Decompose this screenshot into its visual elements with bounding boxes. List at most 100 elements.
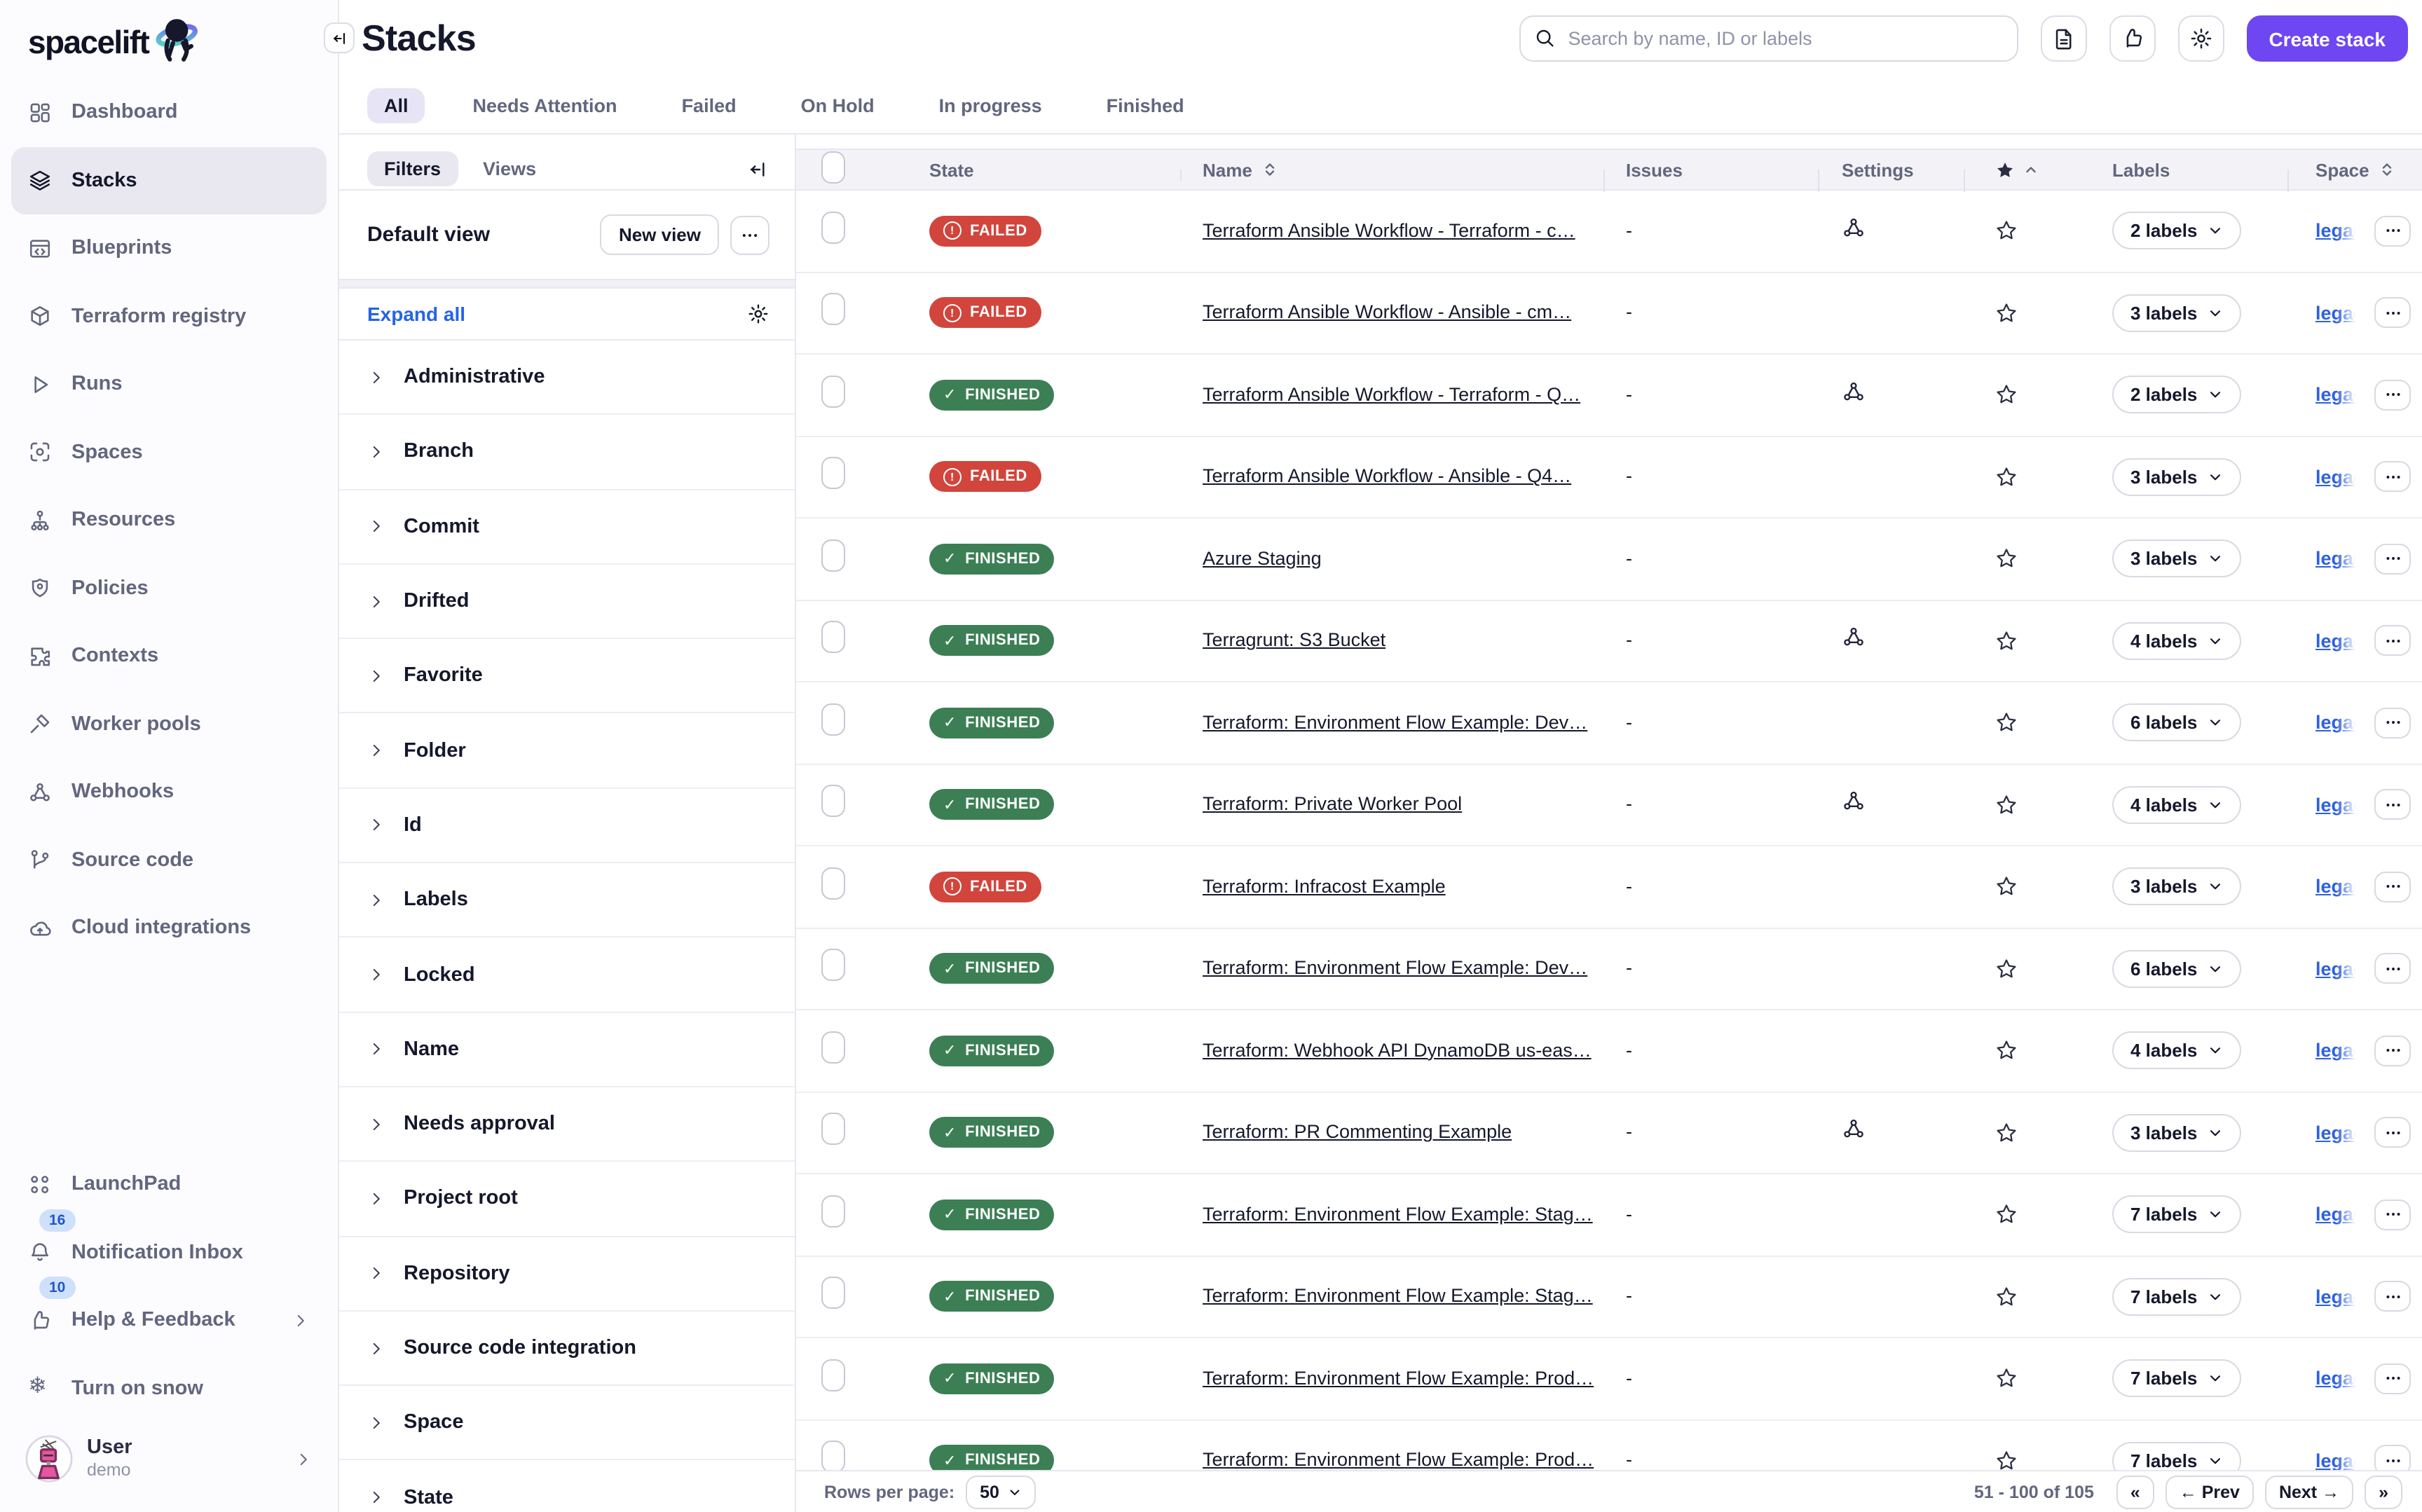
labels-dropdown[interactable]: 4 labels xyxy=(2112,1032,2240,1070)
tab-all[interactable]: All xyxy=(367,88,425,123)
sidebar-item-launchpad[interactable]: LaunchPad xyxy=(11,1150,327,1218)
favorite-star-icon[interactable] xyxy=(1995,629,2018,653)
row-checkbox[interactable] xyxy=(821,867,845,900)
row-menu-button[interactable] xyxy=(2374,298,2411,329)
sidebar-item-spaces[interactable]: Spaces xyxy=(11,418,327,486)
stack-name-link[interactable]: Terraform: Environment Flow Example: Dev… xyxy=(1203,712,1587,733)
row-menu-button[interactable] xyxy=(2374,1200,2411,1230)
sidebar-item-resources[interactable]: Resources xyxy=(11,486,327,554)
stack-name-link[interactable]: Terraform: Environment Flow Example: Sta… xyxy=(1203,1286,1593,1307)
panel-collapse-icon[interactable] xyxy=(747,158,769,180)
tab-needs-attention[interactable]: Needs Attention xyxy=(456,88,634,123)
row-checkbox[interactable] xyxy=(821,703,845,736)
column-header-state[interactable]: State xyxy=(905,159,1180,180)
stack-name-link[interactable]: Terraform Ansible Workflow - Terraform -… xyxy=(1203,384,1580,405)
row-checkbox[interactable] xyxy=(821,458,845,490)
favorite-star-icon[interactable] xyxy=(1995,465,2018,489)
row-menu-button[interactable] xyxy=(2374,708,2411,738)
row-menu-button[interactable] xyxy=(2374,1363,2411,1394)
filter-gear-icon[interactable] xyxy=(747,303,769,325)
space-link[interactable]: legacy xyxy=(2315,1286,2358,1307)
filter-category-labels[interactable]: Labels xyxy=(339,863,795,938)
filter-category-project-root[interactable]: Project root xyxy=(339,1162,795,1237)
labels-dropdown[interactable]: 3 labels xyxy=(2112,868,2240,906)
favorite-star-icon[interactable] xyxy=(1995,1203,2018,1227)
filter-category-administrative[interactable]: Administrative xyxy=(339,341,795,415)
stack-name-link[interactable]: Terraform Ansible Workflow - Ansible - Q… xyxy=(1203,466,1571,487)
space-link[interactable]: legacy xyxy=(2315,795,2358,816)
create-stack-button[interactable]: Create stack xyxy=(2246,15,2408,62)
row-checkbox[interactable] xyxy=(821,1441,845,1473)
sidebar-item-help-feedback[interactable]: 10Help & Feedback xyxy=(11,1286,327,1354)
row-checkbox[interactable] xyxy=(821,1277,845,1310)
labels-dropdown[interactable]: 4 labels xyxy=(2112,786,2240,824)
space-link[interactable]: legacy xyxy=(2315,1204,2358,1225)
favorite-star-icon[interactable] xyxy=(1995,1449,2018,1473)
favorite-star-icon[interactable] xyxy=(1995,957,2018,981)
sidebar-item-policies[interactable]: Policies xyxy=(11,554,327,622)
filter-category-state[interactable]: State xyxy=(339,1461,795,1512)
row-checkbox[interactable] xyxy=(821,1359,845,1391)
stack-name-link[interactable]: Terraform: PR Commenting Example xyxy=(1203,1122,1512,1143)
select-all-checkbox[interactable] xyxy=(821,151,845,184)
row-menu-button[interactable] xyxy=(2374,954,2411,984)
row-checkbox[interactable] xyxy=(821,1195,845,1228)
filter-category-locked[interactable]: Locked xyxy=(339,938,795,1013)
space-link[interactable]: legacy xyxy=(2315,631,2358,652)
labels-dropdown[interactable]: 3 labels xyxy=(2112,294,2240,332)
column-header-settings[interactable]: Settings xyxy=(1818,159,1964,180)
filter-category-space[interactable]: Space xyxy=(339,1386,795,1461)
favorite-star-icon[interactable] xyxy=(1995,711,2018,735)
labels-dropdown[interactable]: 2 labels xyxy=(2112,212,2240,250)
space-link[interactable]: legacy xyxy=(2315,303,2358,324)
favorite-star-icon[interactable] xyxy=(1995,383,2018,407)
sidebar-user[interactable]: User demo xyxy=(11,1422,327,1495)
column-header-space[interactable]: Space xyxy=(2287,159,2422,180)
row-checkbox[interactable] xyxy=(821,294,845,326)
filter-category-needs-approval[interactable]: Needs approval xyxy=(339,1087,795,1162)
row-checkbox[interactable] xyxy=(821,949,845,982)
stack-name-link[interactable]: Terraform: Private Worker Pool xyxy=(1203,794,1462,815)
prev-page-button[interactable]: ← Prev xyxy=(2166,1475,2254,1508)
row-menu-button[interactable] xyxy=(2374,544,2411,575)
labels-dropdown[interactable]: 7 labels xyxy=(2112,1360,2240,1398)
filter-category-source-code-integration[interactable]: Source code integration xyxy=(339,1312,795,1387)
space-link[interactable]: legacy xyxy=(2315,385,2358,406)
logo[interactable]: spacelift xyxy=(11,14,327,70)
sidebar-item-dashboard[interactable]: Dashboard xyxy=(11,78,327,146)
row-checkbox[interactable] xyxy=(821,539,845,572)
space-link[interactable]: legacy xyxy=(2315,713,2358,734)
row-checkbox[interactable] xyxy=(821,1031,845,1064)
favorite-star-icon[interactable] xyxy=(1995,301,2018,325)
column-header-name[interactable]: Name xyxy=(1180,159,1603,180)
stack-name-link[interactable]: Terraform: Infracost Example xyxy=(1203,876,1446,897)
filter-category-folder[interactable]: Folder xyxy=(339,714,795,789)
space-link[interactable]: legacy xyxy=(2315,1368,2358,1389)
row-checkbox[interactable] xyxy=(821,621,845,654)
favorite-star-icon[interactable] xyxy=(1995,793,2018,817)
row-menu-button[interactable] xyxy=(2374,1118,2411,1148)
search-input[interactable] xyxy=(1519,15,2018,62)
rows-per-page-select[interactable]: 50 xyxy=(966,1475,1036,1508)
labels-dropdown[interactable]: 7 labels xyxy=(2112,1196,2240,1234)
sidebar-item-contexts[interactable]: Contexts xyxy=(11,622,327,690)
row-menu-button[interactable] xyxy=(2374,216,2411,247)
column-header-favorite[interactable] xyxy=(1964,159,2073,180)
row-menu-button[interactable] xyxy=(2374,626,2411,657)
sidebar-item-cloud-integrations[interactable]: Cloud integrations xyxy=(11,894,327,962)
labels-dropdown[interactable]: 4 labels xyxy=(2112,622,2240,660)
sidebar-item-blueprints[interactable]: Blueprints xyxy=(11,214,327,282)
feedback-button[interactable] xyxy=(2109,15,2155,62)
labels-dropdown[interactable]: 6 labels xyxy=(2112,704,2240,742)
view-menu-button[interactable] xyxy=(730,215,769,254)
favorite-star-icon[interactable] xyxy=(1995,875,2018,899)
stack-name-link[interactable]: Terraform: Environment Flow Example: Dev… xyxy=(1203,958,1587,979)
column-header-labels[interactable]: Labels xyxy=(2073,159,2287,180)
labels-dropdown[interactable]: 3 labels xyxy=(2112,1114,2240,1152)
sidebar-item-worker-pools[interactable]: Worker pools xyxy=(11,690,327,758)
docs-button[interactable] xyxy=(2040,15,2086,62)
space-link[interactable]: legacy xyxy=(2315,877,2358,898)
tab-in-progress[interactable]: In progress xyxy=(922,88,1059,123)
space-link[interactable]: legacy xyxy=(2315,467,2358,488)
space-link[interactable]: legacy xyxy=(2315,549,2358,570)
